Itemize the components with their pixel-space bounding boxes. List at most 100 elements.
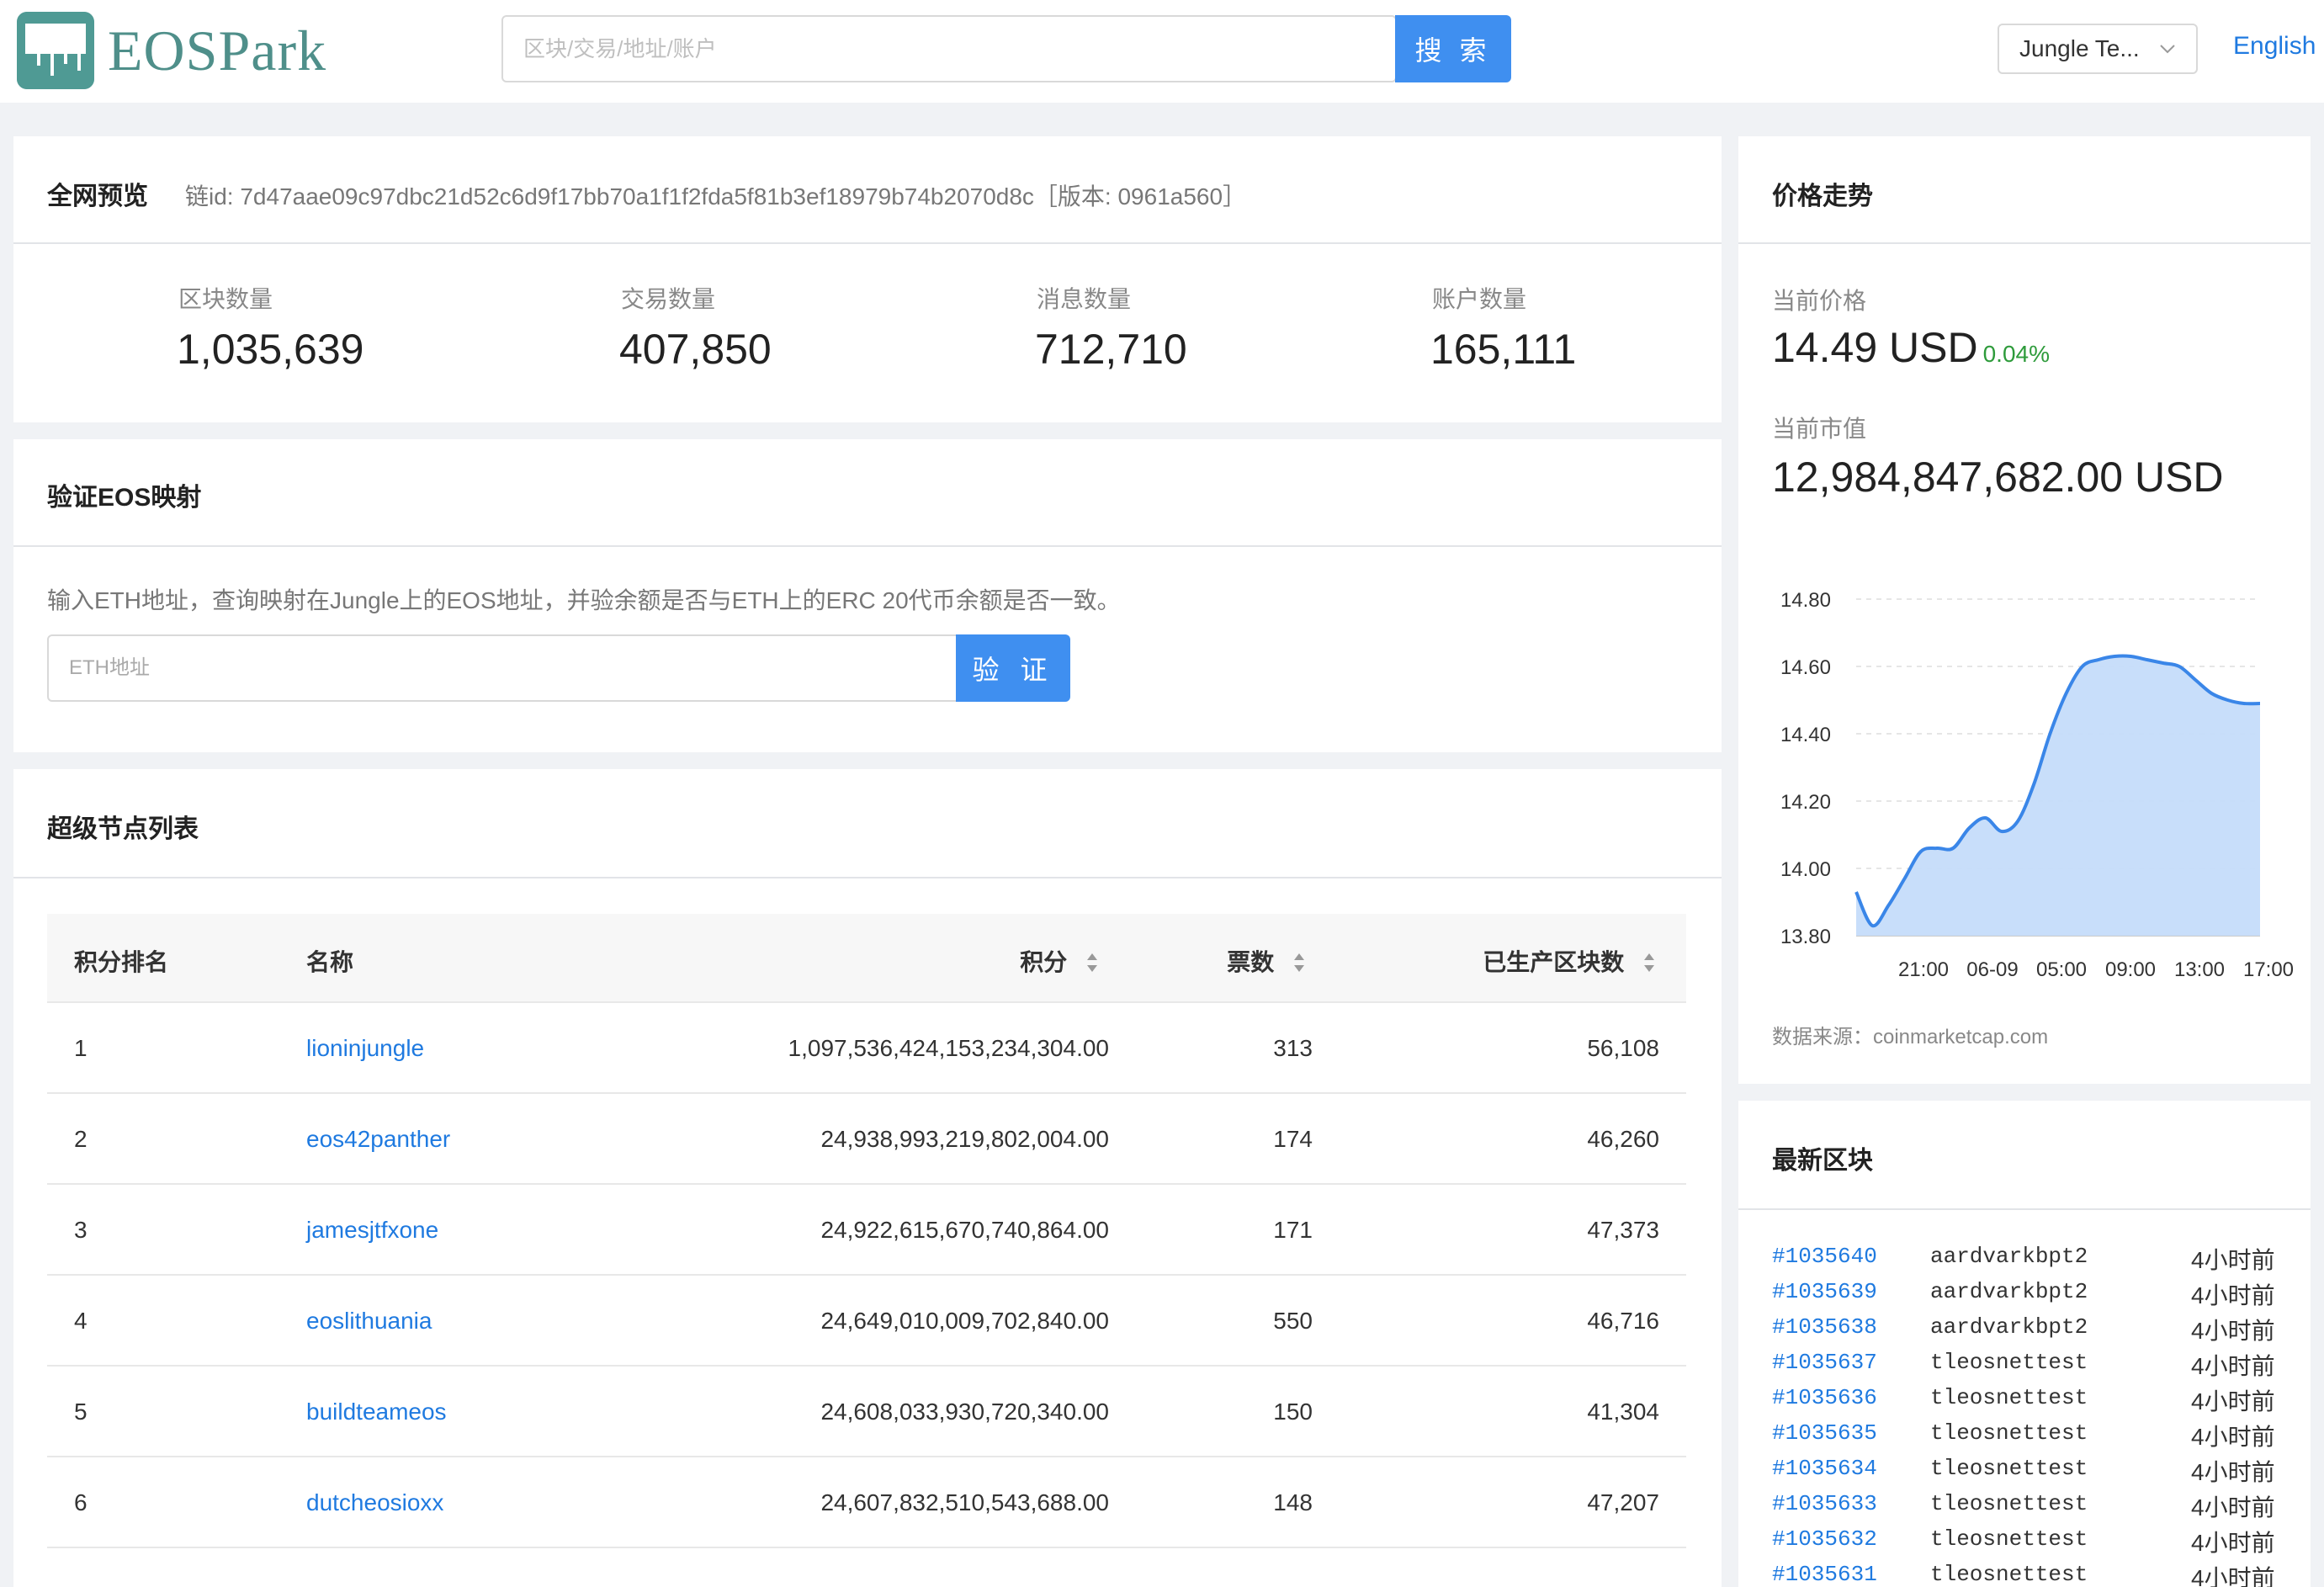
y-tick-label: 14.60 [1780, 656, 1831, 679]
stat-value-transactions: 407,850 [619, 326, 772, 373]
latest-blocks-title: 最新区块 [1772, 1147, 1873, 1175]
verify-card: 验证EOS映射 输入ETH地址，查询映射在Jungle上的EOS地址，并验余额是… [13, 439, 1722, 752]
block-time: 4小时前 [2191, 1565, 2275, 1587]
cell-score: 24,607,832,510,543,688.00 [820, 1489, 1109, 1515]
current-price-label: 当前价格 [1772, 288, 1867, 314]
current-price-value: 14.49 USD [1772, 324, 1978, 371]
y-tick-label: 14.20 [1780, 791, 1831, 814]
block-link[interactable]: #1035633 [1772, 1491, 1877, 1516]
block-link[interactable]: #1035632 [1772, 1526, 1877, 1552]
producer-link[interactable]: buildteameos [306, 1399, 447, 1425]
block-link[interactable]: #1035640 [1772, 1244, 1877, 1269]
block-producer: aardvarkbpt2 [1930, 1279, 2088, 1304]
block-producer: aardvarkbpt2 [1930, 1314, 2088, 1340]
cell-rank: 5 [74, 1399, 88, 1425]
cell-votes: 174 [1273, 1126, 1313, 1152]
sort-icon[interactable] [1642, 952, 1656, 974]
column-header-blocks[interactable]: 已生产区块数 [1483, 944, 1656, 978]
block-time: 4小时前 [2191, 1424, 2275, 1450]
sort-icon[interactable] [1085, 952, 1099, 974]
block-link[interactable]: #1035634 [1772, 1456, 1877, 1481]
column-header-score[interactable]: 积分 [1020, 944, 1099, 978]
verify-title: 验证EOS映射 [47, 484, 202, 512]
chain-id: 链id: 7d47aae09c97dbc21d52c6d9f17bb70a1f1… [185, 183, 1247, 210]
cell-blocks: 41,304 [1587, 1399, 1659, 1425]
block-producer: tleosnettest [1930, 1456, 2088, 1481]
search-input[interactable] [503, 17, 1395, 81]
table-row: 3 jamesjtfxone 24,922,615,670,740,864.00… [47, 1185, 1686, 1276]
price-card: 价格走势 当前价格 14.49 USD 0.04% 当前市值 12,984,847… [1738, 136, 2311, 1084]
block-producer: aardvarkbpt2 [1930, 1244, 2088, 1269]
block-link[interactable]: #1035637 [1772, 1350, 1877, 1375]
cell-score: 24,922,615,670,740,864.00 [820, 1217, 1109, 1243]
cell-blocks: 56,108 [1587, 1035, 1659, 1061]
price-area [1856, 656, 2260, 936]
divider [1738, 1208, 2311, 1210]
block-producer: tleosnettest [1930, 1526, 2088, 1552]
price-change: 0.04% [1982, 341, 2050, 367]
y-tick-label: 14.00 [1780, 858, 1831, 881]
block-producer: tleosnettest [1930, 1350, 2088, 1375]
cell-votes: 313 [1273, 1035, 1313, 1061]
column-header-name: 名称 [306, 949, 354, 975]
cell-blocks: 47,207 [1587, 1489, 1659, 1515]
block-producer: tleosnettest [1930, 1385, 2088, 1410]
producer-link[interactable]: dutcheosioxx [306, 1489, 443, 1516]
cell-score: 24,938,993,219,802,004.00 [820, 1126, 1109, 1152]
market-cap-value: 12,984,847,682.00 USD [1772, 454, 2224, 501]
cell-votes: 148 [1273, 1489, 1313, 1515]
column-header-votes[interactable]: 票数 [1227, 944, 1306, 978]
stat-label: 账户数量 [1432, 286, 1527, 312]
cell-blocks: 46,260 [1587, 1126, 1659, 1152]
block-link[interactable]: #1035639 [1772, 1279, 1877, 1304]
sort-icon[interactable] [1292, 952, 1306, 974]
cell-rank: 6 [74, 1489, 88, 1515]
cell-votes: 171 [1273, 1217, 1313, 1243]
data-source: 数据来源：coinmarketcap.com [1772, 1026, 2049, 1048]
cell-rank: 2 [74, 1126, 88, 1152]
block-link[interactable]: #1035631 [1772, 1562, 1877, 1587]
block-link[interactable]: #1035636 [1772, 1385, 1877, 1410]
producer-link[interactable]: jamesjtfxone [306, 1217, 438, 1244]
chevron-down-icon [2160, 45, 2175, 54]
price-title: 价格走势 [1772, 183, 1873, 210]
block-time: 4小时前 [2191, 1318, 2275, 1344]
top-header: EOSPark 搜 索 Jungle Te... English [0, 0, 2324, 103]
search-button[interactable]: 搜 索 [1395, 15, 1511, 82]
block-time: 4小时前 [2191, 1494, 2275, 1521]
price-chart: 14.80 14.60 14.40 14.20 14.00 13.80 21:00 06-09… [1780, 589, 2294, 981]
eth-address-input[interactable] [47, 634, 958, 702]
y-tick-label: 14.40 [1780, 724, 1831, 746]
stat-label: 消息数量 [1037, 286, 1132, 312]
verify-button[interactable]: 验 证 [956, 634, 1070, 702]
producer-link[interactable]: eos42panther [306, 1126, 450, 1153]
overview-card: 全网预览 链id: 7d47aae09c97dbc21d52c6d9f17bb7… [13, 136, 1722, 422]
divider [13, 877, 1722, 878]
logo-icon [17, 12, 94, 89]
block-link[interactable]: #1035638 [1772, 1314, 1877, 1340]
network-select[interactable]: Jungle Te... [1998, 24, 2198, 74]
column-header-blocks-label: 已生产区块数 [1483, 949, 1625, 975]
market-cap-label: 当前市值 [1772, 416, 1867, 442]
network-select-value: Jungle Te... [2019, 35, 2140, 61]
latest-blocks-card: 最新区块 #1035640 aardvarkbpt2 4小时前 #1035639 aar… [1738, 1101, 2311, 1587]
cell-score: 24,608,033,930,720,340.00 [820, 1399, 1109, 1425]
producer-link[interactable]: eoslithuania [306, 1308, 432, 1335]
block-time: 4小时前 [2191, 1353, 2275, 1379]
x-tick-label: 17:00 [2243, 958, 2294, 981]
table-row: 2 eos42panther 24,938,993,219,802,004.00… [47, 1094, 1686, 1185]
cell-blocks: 46,716 [1587, 1308, 1659, 1334]
logo[interactable]: EOSPark [17, 12, 326, 89]
table-row: 6 dutcheosioxx 24,607,832,510,543,688.00… [47, 1457, 1686, 1548]
current-price: 14.49 USD 0.04% [1772, 323, 2050, 372]
cell-blocks: 47,373 [1587, 1217, 1659, 1243]
language-link[interactable]: English [2233, 32, 2316, 61]
verify-description: 输入ETH地址，查询映射在Jungle上的EOS地址，并验余额是否与ETH上的E… [47, 587, 1121, 613]
block-link[interactable]: #1035635 [1772, 1420, 1877, 1446]
producer-link[interactable]: lioninjungle [306, 1035, 424, 1062]
divider [13, 545, 1722, 547]
column-header-score-label: 积分 [1020, 949, 1068, 975]
divider [13, 242, 1722, 244]
cell-rank: 3 [74, 1217, 88, 1243]
column-header-votes-label: 票数 [1227, 949, 1275, 975]
